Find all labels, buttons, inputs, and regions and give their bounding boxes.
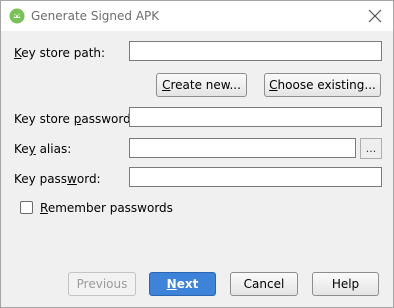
key-alias-browse-button[interactable]: ... [360,138,382,159]
remember-passwords-label[interactable]: Remember passwords [40,201,173,215]
dialog-title: Generate Signed APK [31,9,160,23]
key-store-password-input[interactable] [129,107,382,127]
close-icon[interactable] [367,8,383,24]
cancel-button[interactable]: Cancel [230,272,298,296]
android-studio-icon [9,8,25,24]
key-store-path-label: Key store path: [14,46,106,60]
remember-passwords-checkbox[interactable] [20,201,33,214]
next-button[interactable]: Next [149,272,216,296]
generate-signed-apk-dialog: Generate Signed APK Key store path: Crea… [0,0,394,308]
key-password-label: Key password: [14,172,101,186]
previous-button[interactable]: Previous [68,272,136,296]
key-store-password-label: Key store password: [14,112,135,126]
key-password-input[interactable] [129,167,382,187]
help-button[interactable]: Help [312,272,379,296]
key-store-path-input[interactable] [129,41,382,61]
title-bar: Generate Signed APK [1,1,393,31]
choose-existing-button[interactable]: Choose existing... [264,73,381,97]
create-new-button[interactable]: Create new... [156,73,247,97]
key-alias-label: Key alias: [14,142,72,156]
key-alias-input[interactable] [129,138,356,158]
